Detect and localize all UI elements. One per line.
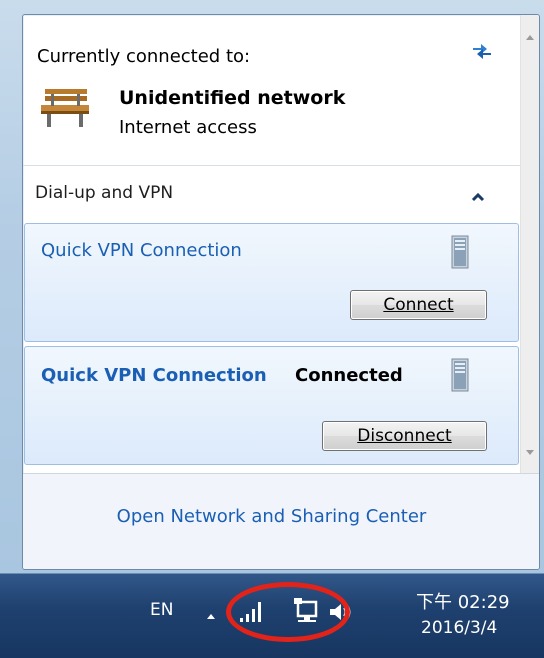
connected-heading: Currently connected to: <box>37 46 251 67</box>
network-sharing-center-link[interactable]: Open Network and Sharing Center <box>23 506 520 527</box>
chevron-up-icon[interactable] <box>471 192 485 202</box>
vpn-connection-name: Quick VPN Connection <box>41 365 267 386</box>
clock-time[interactable]: 下午 02:29 <box>416 588 510 614</box>
server-icon <box>451 358 469 392</box>
network-flyout-frame: Currently connected to: Unidentified net… <box>0 0 544 573</box>
vpn-group-title: Dial-up and VPN <box>35 183 174 203</box>
vpn-connection-item[interactable]: Quick VPN Connection Connected Disconnec… <box>24 346 519 465</box>
highlight-ring-annotation <box>226 582 350 642</box>
network-flyout-panel: Currently connected to: Unidentified net… <box>22 14 540 570</box>
scroll-up-arrow-icon[interactable] <box>525 33 535 41</box>
vpn-connection-name: Quick VPN Connection <box>41 240 242 261</box>
vpn-connection-item[interactable]: Quick VPN Connection Connect <box>24 223 519 342</box>
connect-button-label: Connect <box>383 295 454 315</box>
server-icon <box>451 235 469 269</box>
network-name: Unidentified network <box>119 87 346 109</box>
vpn-connection-state: Connected <box>295 365 403 386</box>
connect-button[interactable]: Connect <box>350 290 487 320</box>
tray-arrow-icon[interactable] <box>206 612 216 620</box>
scrollbar[interactable] <box>520 15 539 473</box>
disconnect-button[interactable]: Disconnect <box>322 421 487 451</box>
language-indicator[interactable]: EN <box>150 600 173 620</box>
taskbar: EN 下午 02:29 2016/3/4 <box>0 573 544 658</box>
refresh-icon[interactable] <box>469 39 495 61</box>
network-status: Internet access <box>119 117 257 138</box>
flyout-footer: Open Network and Sharing Center <box>23 474 539 569</box>
disconnect-button-label: Disconnect <box>357 426 452 446</box>
scroll-down-arrow-icon[interactable] <box>525 449 535 457</box>
clock-date[interactable]: 2016/3/4 <box>421 618 497 638</box>
divider <box>23 165 520 166</box>
bench-network-icon <box>41 89 89 127</box>
